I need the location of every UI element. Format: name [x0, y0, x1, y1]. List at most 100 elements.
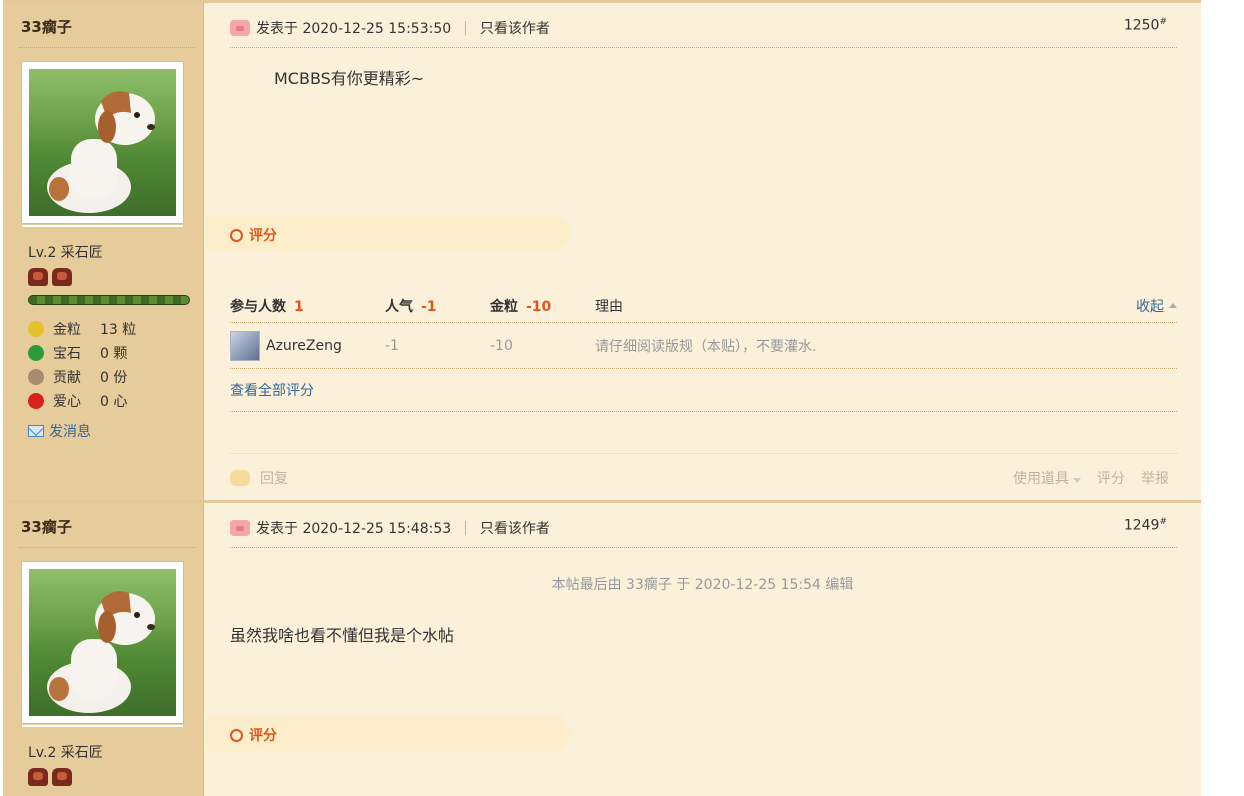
rater-name[interactable]: AzureZeng [266, 338, 342, 354]
rater-gold: -10 [490, 337, 513, 354]
rate-button[interactable]: 评分 [1097, 468, 1125, 488]
floor-number[interactable]: 1249# [1124, 517, 1167, 534]
edit-note: 本帖最后由 33瘸子 于 2020-12-25 15:54 编辑 [551, 577, 854, 593]
send-message-link[interactable]: 发消息 [28, 421, 91, 441]
chevron-down-icon [1073, 478, 1081, 483]
only-author-link[interactable]: 只看该作者 [480, 18, 550, 38]
collapse-button[interactable]: 收起 [1136, 296, 1177, 316]
post-time: 发表于 2020-12-25 15:48:53 [256, 521, 452, 537]
participants-count: 1 [294, 298, 304, 315]
post-header: 发表于 2020-12-25 15:53:50 | 只看该作者 [230, 17, 1177, 39]
rater-cell: AzureZeng [230, 330, 385, 361]
post-content: MCBBS有你更精彩~ [274, 69, 425, 88]
post-body: 发表于 2020-12-25 15:48:53 | 只看该作者 1249# 本帖… [204, 503, 1201, 796]
medal-icon[interactable] [28, 268, 48, 286]
dog-avatar-image [29, 569, 176, 716]
send-message-label: 发消息 [49, 424, 91, 440]
dog-illustration [47, 591, 155, 713]
experience-bar [28, 295, 190, 305]
popularity-total: -1 [421, 298, 437, 315]
circle-icon [230, 228, 243, 242]
post-body: 发表于 2020-12-25 15:53:50 | 只看该作者 1250# MC… [204, 3, 1201, 500]
caret-up-icon [1169, 303, 1177, 308]
report-button[interactable]: 举报 [1141, 468, 1169, 488]
rating-table: 参与人数 1 人气 -1 金粒 -10 理由 收起 AzureZeng -1 -10 … [230, 289, 1177, 412]
sidebar-divider [19, 547, 195, 548]
reply-bubble-icon [230, 470, 250, 486]
user-level: Lv.2 采石匠 [28, 245, 103, 261]
post-1250: 33瘸子 Lv.2 采石匠 金粒 13 粒 宝石 0 颗 贡献 0 份 爱心 0… [3, 0, 1201, 500]
avatar[interactable] [21, 561, 184, 727]
only-author-link[interactable]: 只看该作者 [480, 518, 550, 538]
use-item-button[interactable]: 使用道具 [1013, 468, 1081, 488]
stat-label: 爱心 [53, 394, 81, 410]
post-header: 发表于 2020-12-25 15:48:53 | 只看该作者 [230, 517, 1177, 539]
contribution-icon [28, 369, 44, 385]
footer-actions: 使用道具 评分 举报 [1013, 468, 1169, 488]
stat-value: 0 颗 [100, 346, 128, 362]
circle-icon [230, 728, 243, 742]
medal-icon[interactable] [52, 768, 72, 786]
use-item-label: 使用道具 [1013, 471, 1069, 487]
post-1249: 33瘸子 Lv.2 采石匠 发表于 2020-12-25 15:48:53 | … [3, 500, 1201, 796]
rating-header: 参与人数 1 人气 -1 金粒 -10 理由 收起 [230, 289, 1177, 323]
header-divider [230, 47, 1177, 48]
rater-avatar[interactable] [230, 330, 260, 361]
post-content: 虽然我啥也看不懂但我是个水帖 [230, 626, 455, 645]
user-sidebar: 33瘸子 Lv.2 采石匠 [3, 3, 203, 500]
rate-label-text: 评分 [249, 228, 277, 244]
apple-heart-icon [28, 393, 44, 409]
medal-list [28, 268, 72, 286]
gold-cell: 金粒 -10 [490, 296, 595, 316]
stat-value: 13 粒 [100, 322, 137, 338]
collapse-label: 收起 [1136, 298, 1164, 315]
header-separator: | [463, 20, 468, 36]
medal-list [28, 768, 72, 786]
rate-section-label: 评分 [230, 225, 277, 245]
rate-label-text: 评分 [249, 728, 277, 744]
user-sidebar: 33瘸子 Lv.2 采石匠 [3, 503, 203, 796]
gold-nugget-icon [28, 321, 44, 337]
floor-mark: # [1159, 17, 1167, 27]
medal-icon[interactable] [28, 768, 48, 786]
participants-label: 参与人数 [230, 298, 286, 315]
stat-heart: 爱心 0 心 [28, 389, 136, 413]
stat-value: 0 份 [100, 370, 128, 386]
dog-avatar-image [29, 69, 176, 216]
stat-value: 0 心 [100, 394, 128, 410]
stat-label: 贡献 [53, 370, 81, 386]
dog-illustration [47, 91, 155, 213]
gold-label: 金粒 [490, 298, 518, 315]
stat-gem: 宝石 0 颗 [28, 341, 136, 365]
view-all-ratings-link[interactable]: 查看全部评分 [230, 369, 1177, 412]
header-separator: | [463, 520, 468, 536]
pig-icon [230, 20, 250, 36]
medal-icon[interactable] [52, 268, 72, 286]
floor-value: 1250 [1123, 17, 1160, 34]
floor-mark: # [1159, 517, 1167, 527]
header-divider [230, 547, 1177, 548]
rater-reason: 请仔细阅读版规（本贴），不要灌水. [595, 338, 817, 355]
user-stats: 金粒 13 粒 宝石 0 颗 贡献 0 份 爱心 0 心 [28, 317, 136, 413]
pig-icon [230, 520, 250, 536]
rate-section-label: 评分 [230, 725, 277, 745]
floor-value: 1249 [1123, 517, 1160, 534]
sidebar-divider [19, 47, 195, 48]
author-name[interactable]: 33瘸子 [21, 516, 72, 537]
stat-gold: 金粒 13 粒 [28, 317, 136, 341]
footer-divider [230, 453, 1177, 454]
popularity-label: 人气 [385, 298, 413, 315]
rating-row: AzureZeng -1 -10 请仔细阅读版规（本贴），不要灌水. [230, 323, 1177, 369]
popularity-cell: 人气 -1 [385, 296, 490, 316]
stat-label: 宝石 [53, 346, 81, 362]
user-level: Lv.2 采石匠 [28, 745, 103, 761]
floor-number[interactable]: 1250# [1124, 17, 1167, 34]
avatar[interactable] [21, 61, 184, 227]
post-footer: 回复 使用道具 评分 举报 [230, 467, 1169, 489]
emerald-icon [28, 345, 44, 361]
gold-total: -10 [526, 298, 552, 315]
rater-popularity: -1 [385, 337, 399, 354]
mail-icon [28, 425, 44, 437]
reply-button[interactable]: 回复 [260, 468, 288, 488]
author-name[interactable]: 33瘸子 [21, 16, 72, 37]
